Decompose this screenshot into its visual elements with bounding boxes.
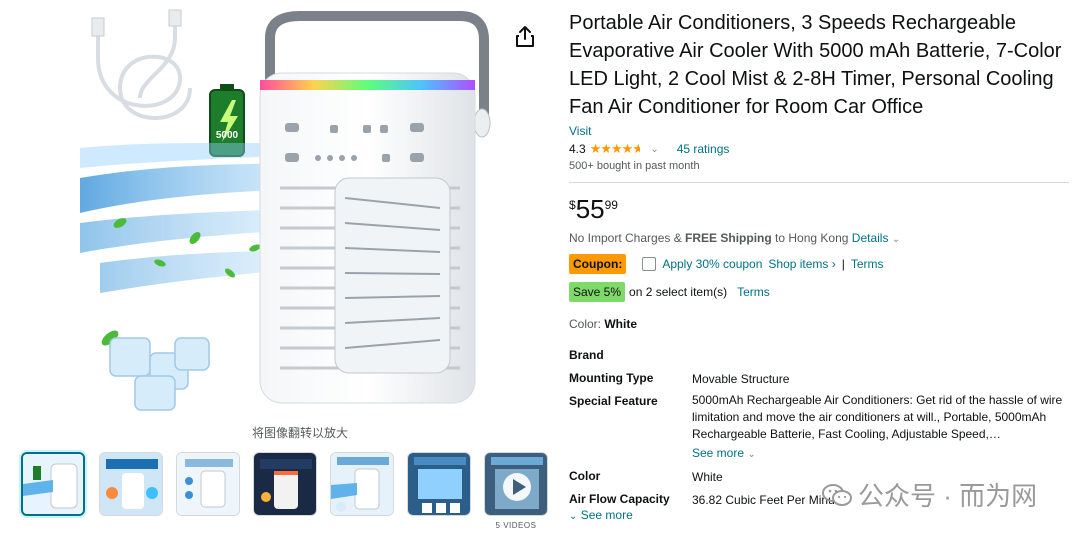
- price: $5599: [569, 194, 618, 225]
- color-selection: Color: White: [569, 317, 637, 331]
- color-label: Color:: [569, 317, 605, 331]
- shipping-suffix: to Hong Kong: [771, 231, 852, 245]
- product-title: Portable Air Conditioners, 3 Speeds Rech…: [569, 12, 1062, 118]
- watermark: 公众号 · 而为网: [822, 476, 1037, 513]
- share-icon[interactable]: [512, 24, 538, 50]
- ice-cubes: [109, 337, 210, 411]
- price-fraction: 99: [604, 198, 618, 212]
- coupon-checkbox[interactable]: [642, 257, 657, 271]
- spec-value-feature: 5000mAh Rechargeable Air Conditioners: G…: [692, 393, 1063, 441]
- rating-row: 4.3 ★★★★★ ⌄ 45 ratings: [569, 141, 729, 157]
- thumb-3[interactable]: [176, 452, 240, 516]
- thumb-6[interactable]: [407, 452, 471, 516]
- color-value: White: [604, 317, 638, 331]
- thumb-4[interactable]: [253, 452, 317, 516]
- usb-cable: [96, 13, 192, 120]
- see-more-feature[interactable]: See more ⌄: [692, 446, 756, 460]
- thumb-2[interactable]: [99, 452, 163, 516]
- apply-coupon-label[interactable]: Apply 30% coupon: [662, 257, 762, 271]
- zoom-hint-caption: 将图像翻转以放大: [251, 426, 348, 440]
- bought-count: 500+ bought in past month: [569, 160, 700, 172]
- coupon-badge: Coupon:: [569, 254, 627, 274]
- shipping-info: No Import Charges & FREE Shipping to Hon…: [569, 231, 900, 245]
- spec-key-color: Color: [569, 469, 601, 483]
- store-link[interactable]: Visit: [569, 124, 591, 138]
- videos-count-label: 5 VIDEOS: [495, 521, 537, 530]
- price-currency: $: [569, 198, 576, 212]
- chevron-down-icon[interactable]: ⌄: [747, 449, 755, 460]
- chevron-down-icon[interactable]: ⌄: [569, 511, 577, 522]
- save-text: on 2 select item(s): [629, 285, 728, 299]
- save-row: Save 5% on 2 select item(s) Terms: [569, 282, 770, 302]
- spec-key-brand: Brand: [569, 348, 604, 362]
- divider: [569, 182, 1069, 183]
- air-conditioner-illustration: 5000: [80, 9, 491, 411]
- star-rating-icon[interactable]: ★★★★★: [590, 141, 641, 157]
- chevron-down-icon[interactable]: ⌄: [892, 234, 900, 245]
- price-whole: 55: [575, 194, 605, 224]
- rating-value: 4.3: [569, 142, 586, 156]
- coupon-row: Coupon: Apply 30% coupon Shop items › | …: [569, 254, 884, 274]
- shipping-details-link[interactable]: Details: [852, 231, 889, 245]
- chevron-down-icon[interactable]: ⌄: [650, 144, 658, 155]
- save-terms-link[interactable]: Terms: [737, 285, 770, 299]
- coupon-separator: |: [841, 257, 845, 271]
- ratings-count-link[interactable]: 45 ratings: [677, 142, 730, 156]
- see-more-link[interactable]: See more: [692, 446, 744, 460]
- shop-items-link[interactable]: Shop items ›: [768, 257, 835, 271]
- watermark-text: 公众号 · 而为网: [858, 481, 1038, 511]
- svg-text:5000: 5000: [216, 130, 239, 141]
- save-badge: Save 5%: [569, 282, 626, 302]
- free-shipping: FREE Shipping: [685, 231, 772, 245]
- thumb-5[interactable]: [330, 452, 394, 516]
- see-more-specs[interactable]: ⌄ See more: [569, 508, 633, 522]
- wechat-icon: [822, 483, 852, 506]
- coupon-terms-link[interactable]: Terms: [851, 257, 884, 271]
- shipping-prefix: No Import Charges &: [569, 231, 686, 245]
- thumb-video[interactable]: [484, 452, 548, 516]
- spec-value-mounting: Movable Structure: [692, 372, 790, 386]
- spec-key-mounting: Mounting Type: [569, 371, 654, 385]
- thumb-1[interactable]: [21, 452, 85, 516]
- spec-key-feature: Special Feature: [569, 394, 658, 408]
- spec-key-airflow: Air Flow Capacity: [569, 492, 670, 506]
- see-more-link[interactable]: See more: [581, 508, 633, 522]
- main-product-image[interactable]: 5000: [80, 8, 500, 423]
